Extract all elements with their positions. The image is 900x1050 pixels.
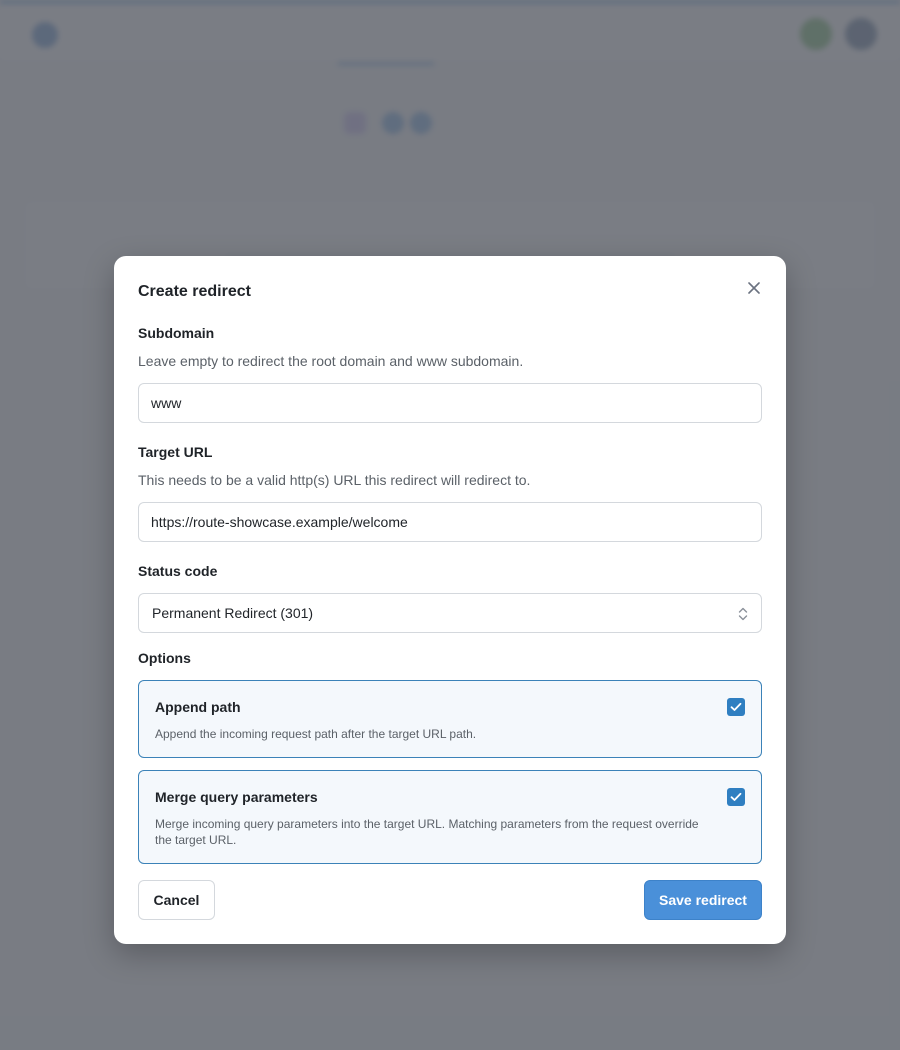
option-title: Merge query parameters [155, 789, 318, 805]
option-description: Merge incoming query parameters into the… [155, 817, 699, 847]
cancel-button[interactable]: Cancel [138, 880, 215, 920]
option-title: Append path [155, 699, 241, 715]
subdomain-input[interactable] [138, 383, 762, 423]
status-code-value: Permanent Redirect (301) [152, 605, 314, 621]
close-icon [748, 282, 760, 294]
check-icon [730, 792, 742, 801]
options-label: Options [138, 650, 191, 666]
subdomain-help: Leave empty to redirect the root domain … [138, 353, 524, 369]
status-code-label: Status code [138, 563, 218, 579]
close-button[interactable] [742, 276, 766, 300]
subdomain-label: Subdomain [138, 325, 215, 341]
save-redirect-button[interactable]: Save redirect [644, 880, 762, 920]
merge-query-option[interactable]: Merge query parameters Merge incoming qu… [138, 770, 762, 864]
append-path-option[interactable]: Append path Append the incoming request … [138, 680, 762, 758]
target-url-input[interactable] [138, 502, 762, 542]
chevron-updown-icon [738, 607, 748, 621]
merge-query-checkbox[interactable] [727, 788, 745, 806]
append-path-checkbox[interactable] [727, 698, 745, 716]
target-url-help: This needs to be a valid http(s) URL thi… [138, 472, 531, 488]
option-description: Append the incoming request path after t… [155, 727, 477, 741]
check-icon [730, 702, 742, 711]
target-url-label: Target URL [138, 444, 213, 460]
create-redirect-dialog: Create redirect Subdomain Leave empty to… [114, 256, 786, 944]
dialog-title: Create redirect [138, 283, 251, 300]
status-code-select[interactable]: Permanent Redirect (301) [138, 593, 762, 633]
